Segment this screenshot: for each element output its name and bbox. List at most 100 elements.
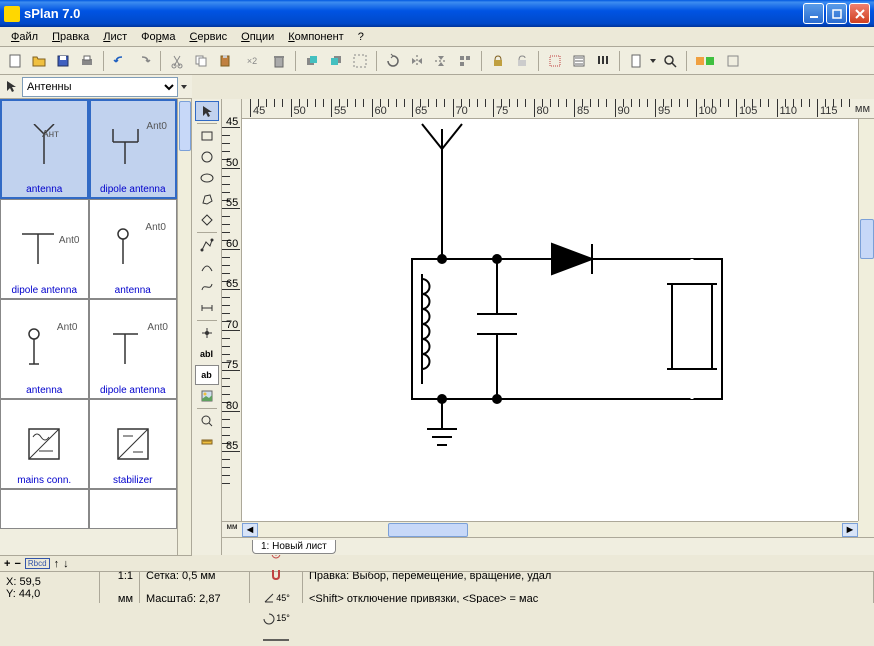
color-button[interactable] — [692, 50, 720, 72]
bezier-tool[interactable] — [195, 277, 219, 297]
zoom-tool[interactable] — [195, 411, 219, 431]
maximize-button[interactable] — [826, 3, 847, 24]
app-title: sPlan 7.0 — [24, 6, 803, 21]
poly-tool[interactable] — [195, 189, 219, 209]
line-tool[interactable] — [195, 235, 219, 255]
new-button[interactable] — [4, 50, 26, 72]
ruler-vertical: 455055606570758085 — [222, 119, 242, 521]
component-selector-bar: Антенны — [0, 75, 192, 99]
menu-file[interactable]: Файл — [4, 29, 45, 45]
library-dropdown[interactable]: Антенны — [22, 77, 178, 97]
titlebar: sPlan 7.0 — [0, 0, 874, 27]
front-button[interactable] — [301, 50, 323, 72]
dim-tool[interactable] — [195, 298, 219, 318]
node-tool[interactable] — [195, 323, 219, 343]
lib-item-mains-6[interactable]: mains conn. — [0, 399, 89, 489]
menu-options[interactable]: Опции — [234, 29, 281, 45]
lock-button[interactable] — [487, 50, 509, 72]
open-button[interactable] — [28, 50, 50, 72]
main-toolbar: ×2 — [0, 47, 874, 75]
menu-edit[interactable]: Правка — [45, 29, 96, 45]
lib-item-stabilizer-7[interactable]: stabilizer — [89, 399, 178, 489]
undo-button[interactable] — [109, 50, 131, 72]
lib-up-button[interactable]: ↑ — [54, 558, 60, 570]
align-button[interactable] — [454, 50, 476, 72]
extra-button[interactable] — [722, 50, 744, 72]
ellipse-tool[interactable] — [195, 168, 219, 188]
rotate-button[interactable] — [382, 50, 404, 72]
image-tool[interactable] — [195, 386, 219, 406]
sheet-tab-1[interactable]: 1: Новый лист — [252, 540, 336, 554]
page-button[interactable] — [625, 50, 647, 72]
lib-item-antenna-0[interactable]: Ант antenna — [0, 99, 89, 199]
select-tool[interactable] — [195, 101, 219, 121]
dup-button[interactable]: ×2 — [238, 50, 266, 72]
status-grid: Сетка: 0,5 мм — [146, 570, 243, 582]
lib-item-8[interactable] — [0, 489, 89, 529]
mirror-h-button[interactable] — [406, 50, 428, 72]
copy-button[interactable] — [190, 50, 212, 72]
status-zoom: Масштаб: 2,87 — [146, 593, 243, 605]
lib-item-dipole-2[interactable]: Ant0 dipole antenna — [0, 199, 89, 299]
redo-button[interactable] — [133, 50, 155, 72]
library-scrollbar[interactable] — [177, 99, 191, 555]
text-tool[interactable]: abI — [195, 344, 219, 364]
angle15-button[interactable]: 15° — [256, 610, 296, 626]
save-button[interactable] — [52, 50, 74, 72]
print-button[interactable] — [76, 50, 98, 72]
lib-item-antenna-3[interactable]: Ant0 antenna — [89, 199, 178, 299]
schematic-drawing — [242, 119, 858, 521]
zoom-button[interactable] — [659, 50, 681, 72]
scroll-right-button[interactable]: ► — [842, 523, 858, 537]
drawing-canvas[interactable] — [242, 119, 858, 521]
find-button[interactable] — [592, 50, 614, 72]
special-tool[interactable] — [195, 210, 219, 230]
list-button[interactable] — [568, 50, 590, 72]
snap-button[interactable] — [544, 50, 566, 72]
status-bar: X: 59,5 Y: 44,0 1:1мм Сетка: 0,5 ммМасшт… — [0, 571, 874, 603]
lib-add-button[interactable]: + — [4, 558, 10, 570]
scroll-left-button[interactable]: ◄ — [242, 523, 258, 537]
lib-down-button[interactable]: ↓ — [63, 558, 69, 570]
lib-item-antenna-4[interactable]: Ant0 antenna — [0, 299, 89, 399]
status-xy: X: 59,5 Y: 44,0 — [6, 576, 93, 600]
paste-button[interactable] — [214, 50, 236, 72]
minimize-button[interactable] — [803, 3, 824, 24]
library-nav: + − Rbcd ↑ ↓ — [0, 555, 192, 571]
mirror-v-button[interactable] — [430, 50, 452, 72]
lib-abcd-button[interactable]: Rbcd — [25, 558, 50, 569]
textbox-tool[interactable]: ab — [195, 365, 219, 385]
menu-component[interactable]: Компонент — [281, 29, 350, 45]
menu-sheet[interactable]: Лист — [96, 29, 134, 45]
ruler-horizontal: 4550556065707580859095100105110115мм — [242, 99, 874, 119]
pointer-icon — [4, 79, 20, 95]
magnet-toggle[interactable] — [265, 566, 287, 582]
angle45-button[interactable]: 45° — [256, 590, 296, 606]
menu-form[interactable]: Форма — [134, 29, 182, 45]
canvas-scroll-vertical[interactable] — [858, 119, 874, 521]
cut-button[interactable] — [166, 50, 188, 72]
chevron-down-icon[interactable] — [180, 79, 188, 95]
curve-tool[interactable] — [195, 256, 219, 276]
lib-item-9[interactable] — [89, 489, 178, 529]
circle-tool[interactable] — [195, 147, 219, 167]
canvas-area: 4550556065707580859095100105110115мм 455… — [222, 99, 874, 555]
lib-item-dipole-1[interactable]: Ant0 dipole antenna — [89, 99, 178, 199]
canvas-scroll-horizontal[interactable]: ◄ ► — [242, 521, 858, 537]
line-style[interactable] — [256, 634, 296, 646]
tool-palette: abI ab — [192, 99, 222, 555]
delete-button[interactable] — [268, 50, 290, 72]
app-icon — [4, 6, 20, 22]
rect-tool[interactable] — [195, 126, 219, 146]
measure-tool[interactable] — [195, 432, 219, 452]
back-button[interactable] — [325, 50, 347, 72]
lib-item-dipole-5[interactable]: Ant0 dipole antenna — [89, 299, 178, 399]
lib-remove-button[interactable]: − — [14, 558, 20, 570]
dropdown-arrow-icon[interactable] — [649, 53, 657, 69]
menu-help[interactable]: ? — [351, 29, 371, 45]
close-button[interactable] — [849, 3, 870, 24]
status-unit: мм — [106, 593, 133, 605]
menu-service[interactable]: Сервис — [182, 29, 234, 45]
group-button[interactable] — [349, 50, 371, 72]
unlock-button[interactable] — [511, 50, 533, 72]
